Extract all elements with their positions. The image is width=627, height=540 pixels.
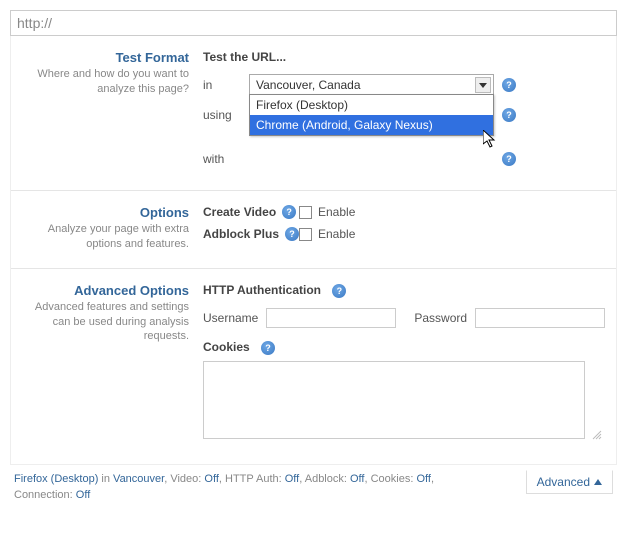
create-video-checkbox[interactable] [299,206,312,219]
location-select[interactable]: Vancouver, Canada [249,74,494,96]
enable-label: Enable [318,227,355,241]
help-icon[interactable]: ? [285,227,299,241]
help-icon[interactable]: ? [502,78,516,92]
in-label: in [203,78,249,92]
summary-location-link[interactable]: Vancouver [113,473,164,485]
summary-browser-link[interactable]: Firefox (Desktop) [14,473,98,485]
cookies-label: Cookies [203,340,250,354]
url-input[interactable] [10,10,617,36]
resize-grip-icon[interactable] [590,428,602,440]
help-icon[interactable]: ? [502,108,516,122]
test-format-desc: Where and how do you want to analyze thi… [23,67,189,97]
options-desc: Analyze your page with extra options and… [23,222,189,252]
help-icon[interactable]: ? [261,341,275,355]
summary-connection-link[interactable]: Off [76,489,90,501]
browser-dropdown-list[interactable]: Firefox (Desktop) Chrome (Android, Galax… [249,94,494,136]
section-test-format: Test Format Where and how do you want to… [11,36,616,190]
adblock-checkbox[interactable] [299,228,312,241]
config-panel: Test Format Where and how do you want to… [10,36,617,465]
summary-cookies-link[interactable]: Off [416,473,430,485]
advanced-title: Advanced Options [23,283,189,298]
username-label: Username [203,311,258,325]
chevron-down-icon [475,77,491,93]
test-format-title: Test Format [23,50,189,65]
section-advanced: Advanced Options Advanced features and s… [11,268,616,458]
section-options: Options Analyze your page with extra opt… [11,190,616,268]
cookies-textarea[interactable] [203,361,585,439]
browser-option[interactable]: Chrome (Android, Galaxy Nexus) [250,115,493,135]
footer: Firefox (Desktop) in Vancouver, Video: O… [10,465,617,504]
help-icon[interactable]: ? [282,205,296,219]
password-input[interactable] [475,308,605,328]
help-icon[interactable]: ? [502,152,516,166]
with-label: with [203,152,249,166]
summary-line: Firefox (Desktop) in Vancouver, Video: O… [14,471,494,504]
browser-option[interactable]: Firefox (Desktop) [250,95,493,115]
summary-adblock-link[interactable]: Off [350,473,364,485]
using-label: using [203,108,249,122]
summary-httpauth-link[interactable]: Off [285,473,299,485]
create-video-label: Create Video [203,205,276,219]
summary-video-link[interactable]: Off [204,473,218,485]
http-auth-label: HTTP Authentication [203,283,321,297]
test-url-heading: Test the URL... [203,50,604,64]
location-selected-value: Vancouver, Canada [256,78,361,92]
password-label: Password [414,311,467,325]
advanced-toggle[interactable]: Advanced [526,470,613,494]
chevron-up-icon [594,479,602,485]
options-title: Options [23,205,189,220]
username-input[interactable] [266,308,396,328]
adblock-label: Adblock Plus [203,227,279,241]
help-icon[interactable]: ? [332,284,346,298]
advanced-desc: Advanced features and settings can be us… [23,300,189,345]
enable-label: Enable [318,205,355,219]
